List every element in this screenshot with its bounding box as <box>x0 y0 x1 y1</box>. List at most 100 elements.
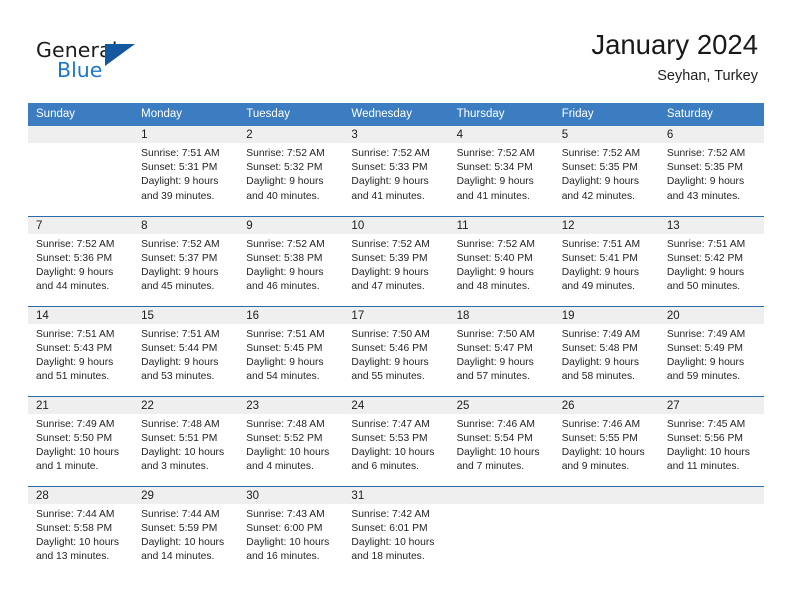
calendar-day-cell[interactable]: 2 Sunrise: 7:52 AM Sunset: 5:32 PM Daylight… <box>238 126 344 216</box>
daylight-line-1: Daylight: 9 hours <box>456 266 534 278</box>
calendar-day-cell[interactable]: 8 Sunrise: 7:52 AM Sunset: 5:37 PM Daylight… <box>133 215 239 306</box>
calendar-day-cell[interactable]: 21 Sunrise: 7:49 AM Sunset: 5:50 PM Dayligh… <box>28 395 134 486</box>
daylight-line-1: Daylight: 9 hours <box>246 266 324 278</box>
general-blue-logo: General Blue <box>36 38 156 86</box>
weekday-header-saturday: Saturday <box>658 103 764 126</box>
calendar-day-cell[interactable]: 6 Sunrise: 7:52 AM Sunset: 5:35 PM Daylight… <box>658 126 764 216</box>
calendar-day-cell[interactable]: 13 Sunrise: 7:51 AM Sunset: 5:42 PM Dayligh… <box>658 215 764 306</box>
sunrise-time: Sunrise: 7:52 AM <box>456 148 535 159</box>
sunset-time: Sunset: 5:46 PM <box>351 342 428 354</box>
calendar-day-cell[interactable]: 12 Sunrise: 7:51 AM Sunset: 5:41 PM Dayligh… <box>553 215 659 306</box>
sunrise-time: Sunrise: 7:52 AM <box>456 238 535 250</box>
calendar-day-cell[interactable]: 15 Sunrise: 7:51 AM Sunset: 5:44 PM Dayligh… <box>133 305 239 396</box>
calendar-week-row: 21 Sunrise: 7:49 AM Sunset: 5:50 PM Dayligh… <box>28 395 764 486</box>
calendar-day-cell[interactable]: 30 Sunrise: 7:43 AM Sunset: 6:00 PM Dayligh… <box>238 485 344 576</box>
sunrise-time: Sunrise: 7:48 AM <box>141 418 220 430</box>
sunrise-time: Sunrise: 7:45 AM <box>666 418 746 430</box>
calendar-day-cell[interactable]: 3 Sunrise: 7:52 AM Sunset: 5:33 PM Daylight… <box>343 126 449 216</box>
calendar-day-cell[interactable]: 9 Sunrise: 7:52 AM Sunset: 5:38 PM Daylight… <box>238 215 344 306</box>
calendar-day-cell[interactable]: 28 Sunrise: 7:44 AM Sunset: 5:58 PM Dayligh… <box>28 485 134 576</box>
calendar-day-cell[interactable]: 14 Sunrise: 7:51 AM Sunset: 5:43 PM Dayligh… <box>28 305 134 396</box>
sunset-time: Sunset: 5:38 PM <box>246 252 323 264</box>
day-details: Sunrise: 7:46 AM Sunset: 5:55 PM Daylight:… <box>553 413 659 475</box>
day-number: 18 <box>448 306 554 324</box>
sunrise-time: Sunrise: 7:51 AM <box>141 148 220 159</box>
sunrise-time: Sunrise: 7:44 AM <box>36 508 115 520</box>
day-details: Sunrise: 7:52 AM Sunset: 5:38 PM Daylight:… <box>238 233 344 295</box>
day-details: Sunrise: 7:46 AM Sunset: 5:54 PM Daylight:… <box>448 413 554 475</box>
calendar-day-cell[interactable]: 22 Sunrise: 7:48 AM Sunset: 5:51 PM Dayligh… <box>133 395 239 486</box>
sunrise-time: Sunrise: 7:51 AM <box>561 238 641 250</box>
calendar-day-cell[interactable]: 5 Sunrise: 7:52 AM Sunset: 5:35 PM Daylight… <box>553 126 659 216</box>
daylight-line-2: and 55 minutes. <box>351 371 425 383</box>
sunset-time: Sunset: 6:00 PM <box>246 522 323 534</box>
daylight-line-1: Daylight: 9 hours <box>456 356 534 368</box>
calendar-day-cell[interactable]: 11 Sunrise: 7:52 AM Sunset: 5:40 PM Dayligh… <box>448 215 554 306</box>
sunrise-time: Sunrise: 7:49 AM <box>561 328 641 340</box>
calendar-day-cell[interactable]: 24 Sunrise: 7:47 AM Sunset: 5:53 PM Dayligh… <box>343 395 449 486</box>
calendar-day-cell[interactable]: 26 Sunrise: 7:46 AM Sunset: 5:55 PM Dayligh… <box>553 395 659 486</box>
daylight-line-1: Daylight: 9 hours <box>351 356 429 368</box>
daylight-line-1: Daylight: 10 hours <box>456 446 540 458</box>
sunrise-time: Sunrise: 7:48 AM <box>246 418 325 430</box>
calendar-day-cell[interactable]: 20 Sunrise: 7:49 AM Sunset: 5:49 PM Dayligh… <box>658 305 764 396</box>
calendar-day-cell[interactable]: 23 Sunrise: 7:48 AM Sunset: 5:52 PM Dayligh… <box>238 395 344 486</box>
day-details: Sunrise: 7:51 AM Sunset: 5:41 PM Daylight:… <box>553 233 659 295</box>
day-number: 15 <box>133 306 239 324</box>
calendar-day-cell[interactable]: 16 Sunrise: 7:51 AM Sunset: 5:45 PM Dayligh… <box>238 305 344 396</box>
sunset-time: Sunset: 5:37 PM <box>141 252 218 264</box>
day-number <box>553 486 659 504</box>
title-block: January 2024 Seyhan, Turkey <box>591 28 758 86</box>
daylight-line-1: Daylight: 9 hours <box>141 356 219 368</box>
daylight-line-2: and 57 minutes. <box>456 371 530 383</box>
calendar-day-cell[interactable]: 25 Sunrise: 7:46 AM Sunset: 5:54 PM Dayligh… <box>448 395 554 486</box>
day-details: Sunrise: 7:48 AM Sunset: 5:52 PM Daylight:… <box>238 413 344 475</box>
calendar-day-cell[interactable]: 27 Sunrise: 7:45 AM Sunset: 5:56 PM Dayligh… <box>658 395 764 486</box>
calendar-day-cell[interactable]: 31 Sunrise: 7:42 AM Sunset: 6:01 PM Dayligh… <box>343 485 449 576</box>
daylight-line-1: Daylight: 9 hours <box>561 176 639 188</box>
calendar-day-cell[interactable]: 7 Sunrise: 7:52 AM Sunset: 5:36 PM Daylight… <box>28 215 134 306</box>
calendar-day-cell[interactable]: 10 Sunrise: 7:52 AM Sunset: 5:39 PM Dayligh… <box>343 215 449 306</box>
day-number: 22 <box>133 396 239 414</box>
day-details: Sunrise: 7:52 AM Sunset: 5:35 PM Daylight:… <box>658 143 764 204</box>
daylight-line-1: Daylight: 10 hours <box>351 446 435 458</box>
sunset-time: Sunset: 5:31 PM <box>141 162 218 174</box>
daylight-line-2: and 11 minutes. <box>666 461 740 473</box>
day-number: 27 <box>658 396 764 414</box>
sunrise-time: Sunrise: 7:43 AM <box>246 508 325 520</box>
day-number: 3 <box>343 126 449 143</box>
day-details: Sunrise: 7:44 AM Sunset: 5:59 PM Daylight:… <box>133 503 239 565</box>
sunset-time: Sunset: 5:47 PM <box>456 342 533 354</box>
sunrise-time: Sunrise: 7:51 AM <box>666 238 746 250</box>
daylight-line-2: and 3 minutes. <box>141 461 209 473</box>
calendar-day-cell[interactable]: 29 Sunrise: 7:44 AM Sunset: 5:59 PM Dayligh… <box>133 485 239 576</box>
day-number: 31 <box>343 486 449 504</box>
day-details: Sunrise: 7:52 AM Sunset: 5:32 PM Daylight:… <box>238 143 344 204</box>
logo-triangle-icon <box>105 44 135 66</box>
sunset-time: Sunset: 5:58 PM <box>36 522 113 534</box>
calendar-day-cell[interactable]: 18 Sunrise: 7:50 AM Sunset: 5:47 PM Dayligh… <box>448 305 554 396</box>
calendar-day-cell[interactable]: 17 Sunrise: 7:50 AM Sunset: 5:46 PM Dayligh… <box>343 305 449 396</box>
daylight-line-1: Daylight: 9 hours <box>351 266 429 278</box>
sunrise-time: Sunrise: 7:52 AM <box>246 238 325 250</box>
daylight-line-1: Daylight: 9 hours <box>141 176 219 188</box>
day-details: Sunrise: 7:49 AM Sunset: 5:50 PM Daylight:… <box>28 413 134 475</box>
daylight-line-1: Daylight: 9 hours <box>246 176 324 188</box>
weekday-header-monday: Monday <box>133 103 239 126</box>
daylight-line-2: and 47 minutes. <box>351 281 425 293</box>
calendar-day-cell[interactable]: 19 Sunrise: 7:49 AM Sunset: 5:48 PM Dayligh… <box>553 305 659 396</box>
day-details: Sunrise: 7:45 AM Sunset: 5:56 PM Daylight:… <box>658 413 764 475</box>
day-number: 4 <box>448 126 554 143</box>
day-number: 1 <box>133 126 239 143</box>
calendar-day-cell[interactable]: 1 Sunrise: 7:51 AM Sunset: 5:31 PM Daylight… <box>133 126 239 216</box>
daylight-line-2: and 13 minutes. <box>36 551 110 563</box>
day-details: Sunrise: 7:51 AM Sunset: 5:31 PM Daylight:… <box>133 143 239 204</box>
page-header: General Blue January 2024 Seyhan, Turkey <box>0 0 792 103</box>
day-details: Sunrise: 7:52 AM Sunset: 5:35 PM Daylight:… <box>553 143 659 204</box>
daylight-line-1: Daylight: 10 hours <box>666 446 750 458</box>
daylight-line-1: Daylight: 9 hours <box>666 356 745 368</box>
daylight-line-2: and 50 minutes. <box>666 281 741 293</box>
day-number <box>448 486 554 504</box>
day-number: 17 <box>343 306 449 324</box>
calendar-day-cell[interactable]: 4 Sunrise: 7:52 AM Sunset: 5:34 PM Daylight… <box>448 126 554 216</box>
